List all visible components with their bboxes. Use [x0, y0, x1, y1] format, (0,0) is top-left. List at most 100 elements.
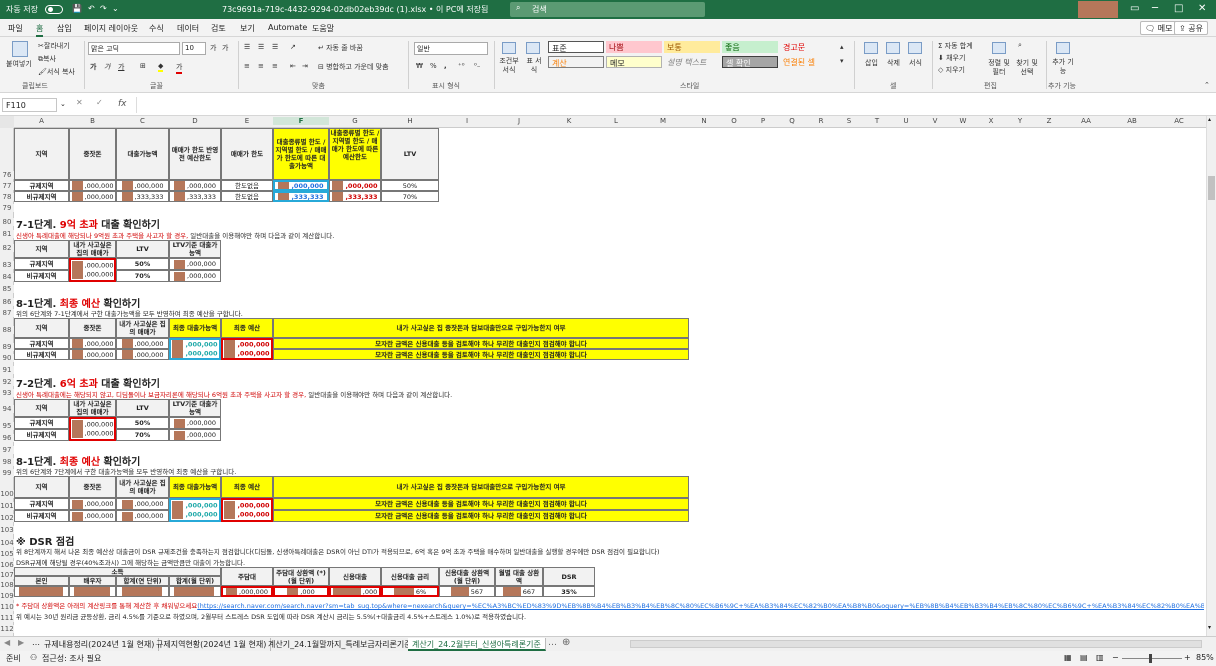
- mortgage-input[interactable]: ,000,000: [221, 586, 273, 597]
- page-layout-view-icon[interactable]: ▤: [1080, 653, 1088, 662]
- align-bottom-icon[interactable]: ☰: [272, 43, 278, 51]
- table-cell[interactable]: 50%: [381, 180, 439, 191]
- page-break-view-icon[interactable]: ▥: [1096, 653, 1104, 662]
- delete-cells-button[interactable]: 삭제: [887, 58, 900, 68]
- column-header[interactable]: G: [329, 117, 381, 125]
- decrease-decimal-icon[interactable]: ⁰₋: [474, 62, 481, 70]
- minimize-button[interactable]: ─: [1152, 3, 1158, 14]
- font-name-select[interactable]: 맑은 고딕: [88, 42, 180, 55]
- style-linked-cell[interactable]: 연결된 셀: [780, 56, 836, 68]
- table-cell[interactable]: 50%: [116, 417, 169, 429]
- tab-review[interactable]: 검토: [211, 23, 226, 34]
- row-number[interactable]: 94: [0, 405, 14, 413]
- column-header[interactable]: M: [637, 117, 689, 125]
- table-format-button[interactable]: 표 서식: [524, 57, 544, 75]
- income-annual-cell[interactable]: [116, 586, 169, 597]
- align-middle-icon[interactable]: ☰: [258, 43, 264, 51]
- style-check-cell[interactable]: 셀 확인: [722, 56, 778, 68]
- sheet-tab[interactable]: 계산기_24.1월말까지_특례보금자리론기준: [264, 638, 417, 651]
- table-cell[interactable]: ,000,000: [69, 510, 116, 522]
- column-header[interactable]: Y: [1005, 117, 1035, 125]
- mortgage-repayment-input[interactable]: ,000: [273, 586, 329, 597]
- row-number[interactable]: 106: [0, 561, 14, 569]
- row-number[interactable]: 96: [0, 434, 14, 442]
- monthly-repayment-cell[interactable]: 667: [495, 586, 543, 597]
- redo-icon[interactable]: ↷: [100, 4, 107, 13]
- table-cell[interactable]: ,000,000: [169, 429, 221, 441]
- credit-repayment-cell[interactable]: 567: [439, 586, 495, 597]
- column-header-selected[interactable]: F: [273, 117, 329, 125]
- styles-scroll-up-icon[interactable]: ▴: [840, 43, 844, 51]
- sort-filter-button[interactable]: 정렬 및 필터: [988, 59, 1010, 77]
- tab-more-icon[interactable]: …: [548, 638, 557, 648]
- row-number[interactable]: 93: [0, 389, 14, 397]
- name-box[interactable]: F110: [2, 98, 57, 112]
- underline-button[interactable]: 가: [118, 62, 124, 72]
- column-header[interactable]: O: [719, 117, 749, 125]
- column-header[interactable]: H: [381, 117, 439, 125]
- table-cell[interactable]: 모자란 금액은 신용대출 등을 검토해야 하나 무리한 대출인지 점검해야 합니…: [273, 510, 689, 522]
- row-number[interactable]: 76: [0, 171, 14, 179]
- tab-page-layout[interactable]: 페이지 레이아웃: [84, 23, 138, 34]
- table-cell[interactable]: 70%: [116, 429, 169, 441]
- autosave-toggle[interactable]: [45, 5, 63, 14]
- column-header[interactable]: A: [14, 117, 69, 125]
- row-number[interactable]: 84: [0, 273, 14, 281]
- final-loan-cell[interactable]: ,000,000,000,000: [169, 498, 221, 522]
- close-button[interactable]: ✕: [1198, 3, 1206, 14]
- table-cell[interactable]: ,000,000: [116, 349, 169, 360]
- fill-color-icon[interactable]: ◆: [158, 62, 164, 72]
- row-number[interactable]: 82: [0, 244, 14, 252]
- bold-button[interactable]: 가: [90, 62, 96, 72]
- name-box-dropdown-icon[interactable]: ⌄: [60, 100, 66, 108]
- select-all-button[interactable]: [0, 116, 14, 128]
- table-cell[interactable]: ,333,333: [273, 191, 329, 202]
- insert-cells-icon[interactable]: [864, 42, 878, 54]
- sort-filter-icon[interactable]: [992, 42, 1006, 54]
- row-number[interactable]: 110: [0, 603, 14, 611]
- column-header[interactable]: Q: [777, 117, 807, 125]
- column-header[interactable]: AC: [1155, 117, 1203, 125]
- zoom-slider[interactable]: [1122, 658, 1182, 659]
- final-loan-cell[interactable]: ,000,000,000,000: [169, 338, 221, 360]
- worksheet-grid[interactable]: 76 77 78 79 80 81 82 83 84 85 86 87 88 8…: [0, 128, 1206, 636]
- purchase-price-input[interactable]: ,000,000,000,000: [69, 258, 116, 282]
- row-number[interactable]: 92: [0, 378, 14, 386]
- table-cell[interactable]: ,000,000: [329, 180, 381, 191]
- table-cell[interactable]: ,000,000: [69, 338, 116, 349]
- table-cell[interactable]: 모자란 금액은 신용대출 등을 검토해야 하나 무리한 대출인지 점검해야 합니…: [273, 338, 689, 349]
- row-number[interactable]: 88: [0, 326, 14, 334]
- zoom-slider-handle[interactable]: [1149, 654, 1152, 663]
- formula-input[interactable]: [136, 97, 1204, 113]
- tab-scroll-right-icon[interactable]: ▶: [18, 638, 24, 647]
- collapse-ribbon-icon[interactable]: ⌃: [1204, 81, 1210, 89]
- find-icon[interactable]: ⌕: [1018, 41, 1022, 50]
- row-number[interactable]: 78: [0, 193, 14, 201]
- zoom-in-icon[interactable]: +: [1184, 653, 1191, 662]
- sheet-tab[interactable]: 규제지역현황(2024년 1월 현재): [152, 638, 272, 651]
- column-header[interactable]: K: [543, 117, 595, 125]
- autosum-button[interactable]: Σ 자동 합계: [938, 41, 973, 51]
- font-color-button[interactable]: 가: [176, 62, 183, 74]
- style-explanatory[interactable]: 설명 텍스트: [664, 56, 720, 68]
- tab-home[interactable]: 홈: [36, 23, 44, 37]
- shrink-font-button[interactable]: 가: [222, 43, 228, 53]
- row-number[interactable]: 105: [0, 550, 14, 558]
- purchase-price-input[interactable]: ,000,000,000,000: [69, 417, 116, 441]
- currency-icon[interactable]: ₩: [416, 62, 423, 70]
- column-header[interactable]: R: [807, 117, 835, 125]
- align-right-icon[interactable]: ≡: [272, 62, 278, 70]
- row-number[interactable]: 97: [0, 446, 14, 454]
- table-cell[interactable]: ,000,000: [116, 180, 169, 191]
- column-header[interactable]: B: [69, 117, 116, 125]
- row-number[interactable]: 77: [0, 182, 14, 190]
- row-number[interactable]: 79: [0, 204, 14, 212]
- increase-decimal-icon[interactable]: ⁺⁰: [458, 62, 465, 70]
- row-number[interactable]: 90: [0, 354, 14, 362]
- tab-view[interactable]: 보기: [240, 23, 255, 34]
- column-header[interactable]: V: [921, 117, 949, 125]
- column-header[interactable]: J: [495, 117, 543, 125]
- undo-icon[interactable]: ↶: [88, 4, 95, 13]
- table-cell[interactable]: 50%: [116, 258, 169, 270]
- account-avatar[interactable]: [1078, 1, 1118, 18]
